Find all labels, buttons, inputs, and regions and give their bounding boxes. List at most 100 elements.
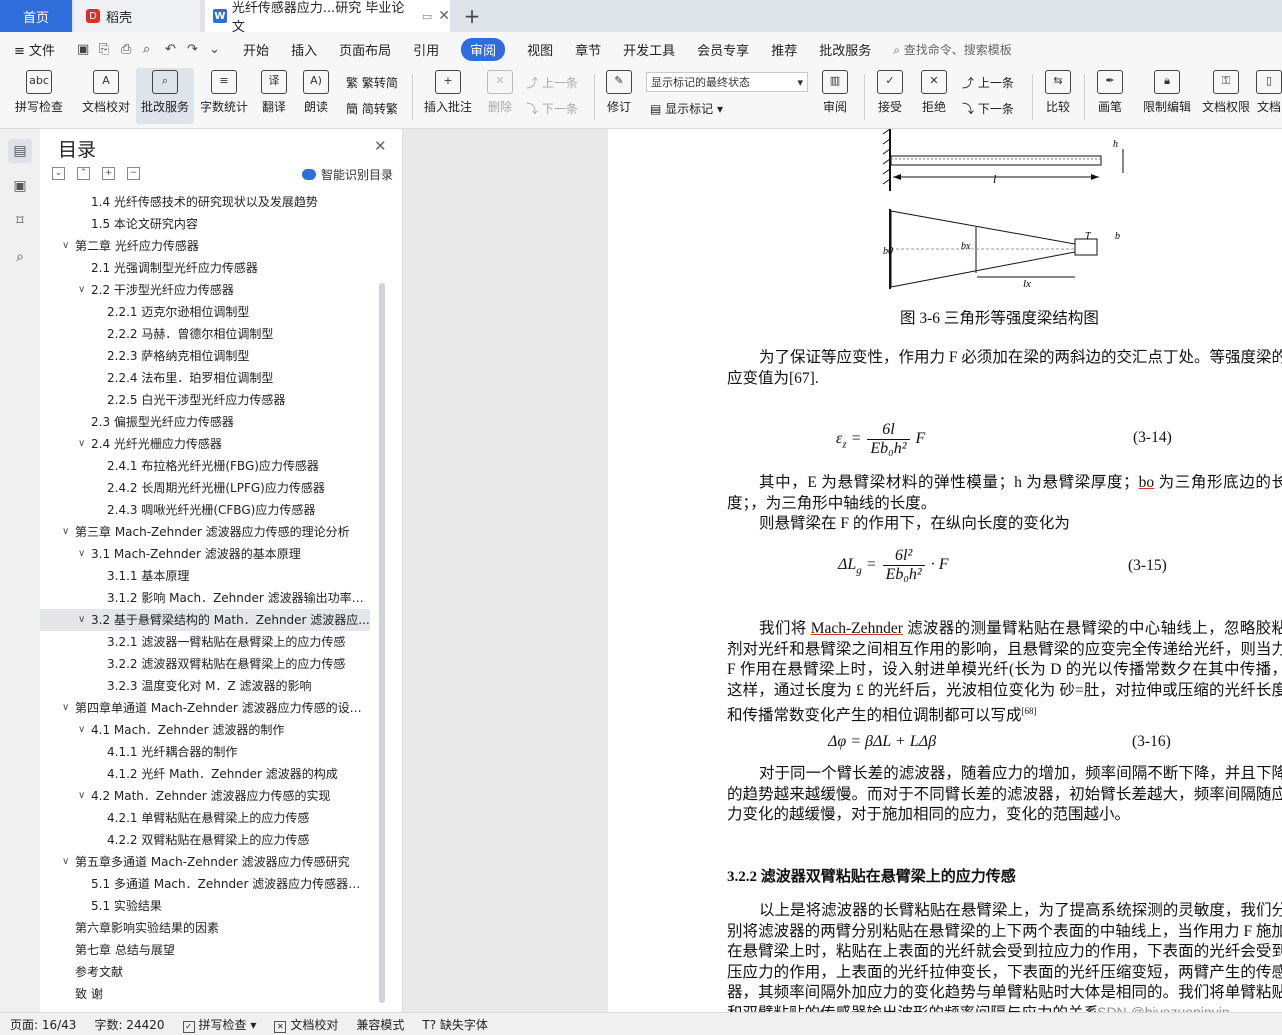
toc-item[interactable]: 第七章 总结与展望 [40, 939, 370, 961]
toc-item[interactable]: 3.2.1 滤波器一臂粘贴在悬臂梁上的应力传感 [40, 631, 370, 653]
chevron-down-icon[interactable]: ∨ [78, 279, 85, 301]
toc-item[interactable]: 4.2.2 双臂粘贴在悬臂梁上的应力传感 [40, 829, 370, 851]
document-page[interactable]: l h b0 bx lx T b 图 3-6 三角形等强度梁结构图 为了保证等应… [608, 129, 1282, 1012]
missing-font-status[interactable]: T? 缺失字体 [422, 1016, 488, 1033]
toc-item[interactable]: ∨ 4.1 Mach．Zehnder 滤波器的制作 [40, 719, 370, 741]
close-icon[interactable]: ✕ [374, 137, 387, 155]
insert-comment-button[interactable]: + 插入批注 [420, 68, 476, 124]
toc-item[interactable]: 2.1 光强调制型光纤应力传感器 [40, 257, 370, 279]
doc-rights-button[interactable]: ⚿ 文档权限 [1198, 68, 1254, 124]
word-count[interactable]: 字数: 24420 [94, 1016, 164, 1033]
menu-view[interactable]: 视图 [527, 40, 553, 59]
word-count-button[interactable]: ≡ 字数统计 [198, 68, 250, 124]
more-icon[interactable]: ⌄ [209, 42, 223, 57]
chevron-down-icon[interactable]: ∨ [78, 719, 85, 741]
menu-layout[interactable]: 页面布局 [339, 40, 391, 59]
command-search[interactable]: ⌕ 查找命令、搜索模板 [893, 41, 1012, 58]
chevron-down-icon[interactable]: ∨ [78, 609, 85, 631]
review-service-button[interactable]: ⌕ 批改服务 [136, 68, 194, 124]
toc-item[interactable]: 参考文献 [40, 961, 370, 983]
toc-item[interactable]: ∨ 第二章 光纤应力传感器 [40, 235, 370, 257]
next-comment-button[interactable]: ⤵ 下一条 [526, 100, 578, 117]
menu-recommend[interactable]: 推荐 [771, 40, 797, 59]
menu-devtools[interactable]: 开发工具 [623, 40, 675, 59]
toc-item[interactable]: 2.2.1 迈克尔逊相位调制型 [40, 301, 370, 323]
menu-home[interactable]: 开始 [243, 40, 269, 59]
menu-review-service[interactable]: 批改服务 [819, 40, 871, 59]
reject-button[interactable]: ✕ 拒绝 [914, 68, 954, 124]
collapse-all-icon[interactable]: − [127, 167, 140, 180]
export-icon[interactable]: ⎘ [99, 42, 113, 57]
toc-item[interactable]: 3.1.1 基本原理 [40, 565, 370, 587]
toc-item[interactable]: ∨ 第四章单通道 Mach-Zehnder 滤波器应力传感的设计... [40, 697, 370, 719]
menu-chapter[interactable]: 章节 [575, 40, 601, 59]
toc-item[interactable]: 5.1 实验结果 [40, 895, 370, 917]
toc-item[interactable]: 3.1.2 影响 Mach．Zehnder 滤波器输出功率谱... [40, 587, 370, 609]
doc-proof-status[interactable]: ✕ 文档校对 [274, 1016, 338, 1033]
toc-item[interactable]: ∨ 3.2 基于悬臂梁结构的 Math．Zehnder 滤波器应... [40, 609, 370, 631]
chevron-down-icon[interactable]: ∨ [78, 785, 85, 807]
toc-item[interactable]: 2.2.4 法布里．珀罗相位调制型 [40, 367, 370, 389]
translate-button[interactable]: 译翻译 [254, 68, 294, 124]
doc-more-button[interactable]: ▯ 文档 [1256, 68, 1282, 124]
undo-icon[interactable]: ↶ [165, 42, 179, 57]
compare-button[interactable]: ⇆ 比较 [1038, 68, 1078, 124]
toc-item[interactable]: 5.1 多通道 Mach．Zehnder 滤波器应力传感器的... [40, 873, 370, 895]
toc-item[interactable]: 2.4.2 长周期光纤光栅(LPFG)应力传感器 [40, 477, 370, 499]
prev-comment-button[interactable]: ⤴ 上一条 [526, 74, 578, 91]
tab-home[interactable]: 首页 [0, 0, 72, 32]
chevron-down-icon[interactable]: ∨ [62, 851, 69, 873]
menu-member[interactable]: 会员专享 [697, 40, 749, 59]
toc-item[interactable]: 2.4.1 布拉格光纤光栅(FBG)应力传感器 [40, 455, 370, 477]
bookmark-icon[interactable]: ⌑ [8, 209, 32, 233]
spellcheck-button[interactable]: abc 拼写检查 [8, 68, 70, 124]
search-icon[interactable]: ⌕ [8, 245, 32, 269]
redo-icon[interactable]: ↷ [187, 42, 201, 57]
menu-insert[interactable]: 插入 [291, 40, 317, 59]
toc-item[interactable]: ∨ 2.2 干涉型光纤应力传感器 [40, 279, 370, 301]
pen-button[interactable]: ✒ 画笔 [1090, 68, 1130, 124]
simp-to-trad-button[interactable]: 簡 简转繁 [346, 100, 398, 117]
close-tab-icon[interactable]: ✕ [438, 8, 450, 24]
window-restore-icon[interactable]: ▭ [422, 10, 432, 23]
save-icon[interactable]: ▣ [77, 42, 91, 57]
tab-document[interactable]: W 光纤传感器应力...研究 毕业论文 ▭ ✕ [205, 0, 450, 35]
chevron-down-icon[interactable]: ∨ [78, 433, 85, 455]
toc-item[interactable]: ∨ 4.2 Math．Zehnder 滤波器应力传感的实现 [40, 785, 370, 807]
tab-daoke[interactable]: D 稻壳 [74, 0, 200, 32]
trad-to-simp-button[interactable]: 繁 繁转简 [346, 74, 398, 91]
collapse-up-icon[interactable]: ⌃ [77, 167, 90, 180]
toc-item[interactable]: 4.1.1 光纤耦合器的制作 [40, 741, 370, 763]
toc-item[interactable]: ∨ 第五章多通道 Mach-Zehnder 滤波器应力传感研究 [40, 851, 370, 873]
next-change-button[interactable]: ⤵ 下一条 [962, 100, 1014, 117]
markup-state-select[interactable]: 显示标记的最终状态 ▾ [646, 72, 808, 92]
toc-item[interactable]: 第六章影响实验结果的因素 [40, 917, 370, 939]
toc-item[interactable]: 4.1.2 光纤 Math．Zehnder 滤波器的构成 [40, 763, 370, 785]
toc-item[interactable]: 2.3 偏振型光纤应力传感器 [40, 411, 370, 433]
spellcheck-status[interactable]: ✓ 拼写检查 ▾ [182, 1016, 256, 1033]
toc-item[interactable]: 1.5 本论文研究内容 [40, 213, 370, 235]
show-markup-button[interactable]: ▤ 显示标记 ▾ [650, 100, 723, 117]
toc-item[interactable]: ∨ 2.4 光纤光栅应力传感器 [40, 433, 370, 455]
print-icon[interactable]: ⎙ [121, 42, 135, 57]
review-pane-button[interactable]: ▥ 审阅 [814, 68, 856, 124]
toc-item[interactable]: 3.2.3 温度变化对 M．Z 滤波器的影响 [40, 675, 370, 697]
menu-references[interactable]: 引用 [413, 40, 439, 59]
doc-proof-button[interactable]: A 文档校对 [76, 68, 136, 124]
chapter-nav-icon[interactable]: ▣ [8, 174, 32, 198]
toc-item[interactable]: 4.2.1 单臂粘贴在悬臂梁上的应力传感 [40, 807, 370, 829]
toc-item[interactable]: 致 谢 [40, 983, 370, 1005]
track-changes-button[interactable]: ✎ 修订 [600, 68, 638, 124]
chevron-down-icon[interactable]: ∨ [62, 521, 69, 543]
menu-file[interactable]: ≡ 文件 [14, 40, 55, 59]
toc-item[interactable]: ∨ 3.1 Mach-Zehnder 滤波器的基本原理 [40, 543, 370, 565]
chevron-down-icon[interactable]: ∨ [62, 235, 69, 257]
page-indicator[interactable]: 页面: 16/43 [10, 1016, 76, 1033]
menu-review[interactable]: 审阅 [461, 37, 506, 61]
toc-item[interactable]: 2.2.3 萨格纳克相位调制型 [40, 345, 370, 367]
expand-down-icon[interactable]: ⌄ [52, 167, 65, 180]
preview-icon[interactable]: ⌕ [143, 42, 157, 57]
smart-toc-button[interactable]: 智能识别目录 [302, 166, 393, 183]
new-tab-button[interactable]: + [460, 0, 484, 32]
prev-change-button[interactable]: ⤴ 上一条 [962, 74, 1014, 91]
